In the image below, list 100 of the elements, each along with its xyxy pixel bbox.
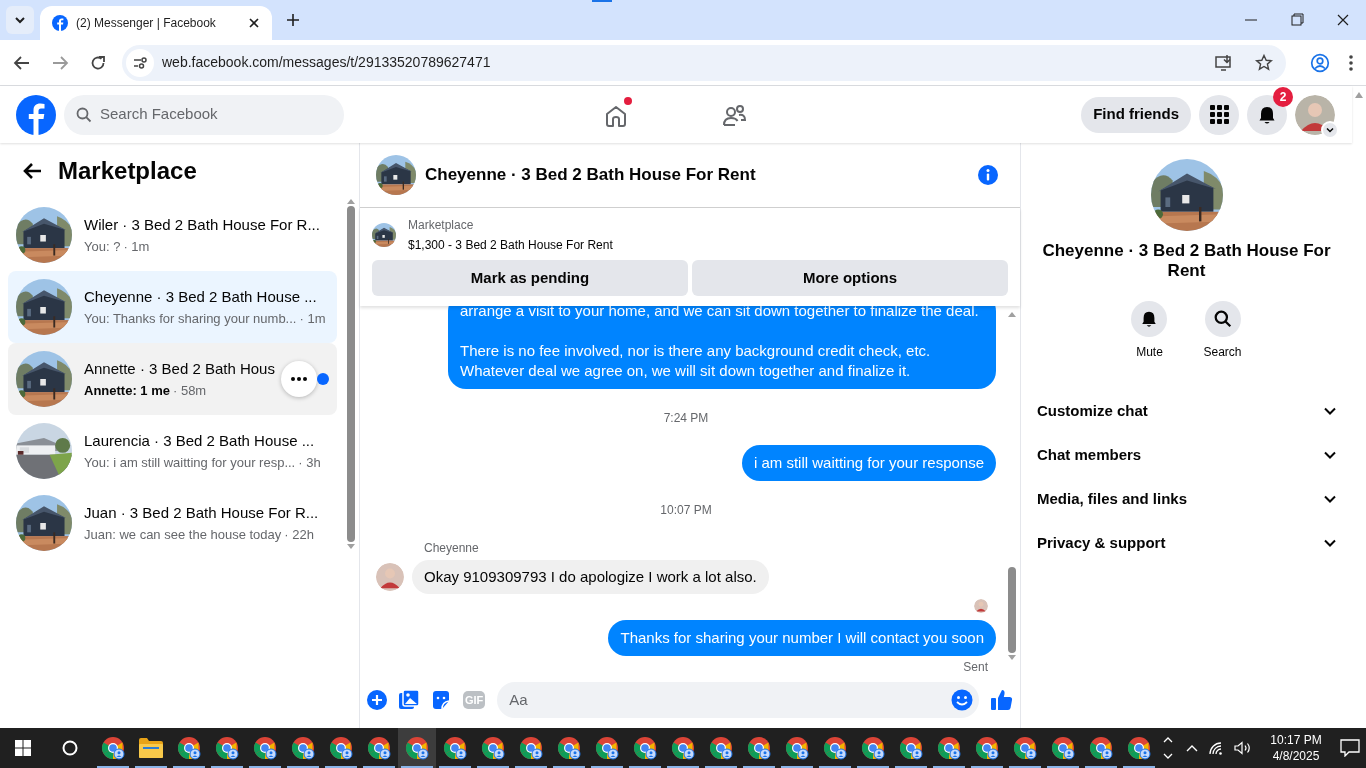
browser-icon bbox=[709, 736, 733, 760]
new-tab-icon[interactable] bbox=[286, 13, 300, 27]
bell-icon bbox=[1257, 104, 1277, 125]
profile-icon[interactable] bbox=[1310, 52, 1330, 73]
tune-icon bbox=[132, 54, 148, 71]
message-field[interactable]: Aa bbox=[509, 688, 951, 712]
menu-icon[interactable] bbox=[1348, 53, 1354, 72]
timestamp: 7:24 PM bbox=[663, 410, 709, 427]
volume-icon[interactable] bbox=[1234, 741, 1252, 755]
search-icon bbox=[76, 106, 92, 123]
logo-icon[interactable] bbox=[16, 94, 56, 135]
browser-icon bbox=[1127, 736, 1151, 760]
browser-tab[interactable]: (2) Messenger | Facebook bbox=[40, 6, 272, 40]
browser-icon bbox=[671, 736, 695, 760]
message-time: · 22h bbox=[284, 525, 314, 544]
taskbar-item[interactable] bbox=[398, 728, 436, 768]
section-label: Privacy & support bbox=[1037, 532, 1167, 553]
message-preview: You: i am still waitting for your resp... bbox=[84, 453, 296, 472]
browser-icon bbox=[329, 736, 353, 760]
contact-name: Cheyenne · 3 Bed 2 Bath House For Rent bbox=[1041, 241, 1332, 281]
section-label: Media, files and links bbox=[1037, 488, 1189, 509]
folder-icon bbox=[139, 738, 163, 758]
clock-time: 10:17 PM bbox=[1270, 732, 1322, 748]
thumbs-up-icon[interactable] bbox=[991, 689, 1013, 711]
notification-badge: 2 bbox=[1273, 86, 1293, 107]
conversation-name: Wiler · 3 Bed 2 Bath House For R... bbox=[84, 215, 320, 235]
close-icon[interactable] bbox=[248, 17, 260, 29]
message-time: · 3h bbox=[298, 453, 321, 472]
scrollbar-thumb[interactable] bbox=[1008, 567, 1016, 653]
browser-icon bbox=[861, 736, 885, 760]
section-item[interactable]: Media, files and links bbox=[1029, 477, 1344, 521]
outgoing-message: Thanks for sharing your number I will contact you soon bbox=[608, 620, 996, 656]
browser-icon bbox=[215, 736, 239, 760]
browser-icon bbox=[1013, 736, 1037, 760]
message-preview: You: ? bbox=[84, 237, 121, 256]
conversation-name: Laurencia · 3 Bed 2 Bath House ... bbox=[84, 431, 315, 451]
install-icon[interactable] bbox=[1214, 52, 1234, 73]
home-icon[interactable] bbox=[604, 104, 628, 128]
tab-title: (2) Messenger | Facebook bbox=[76, 15, 217, 32]
sidebar-title: Marketplace bbox=[58, 156, 197, 186]
browser-icon bbox=[785, 736, 809, 760]
back-icon[interactable] bbox=[22, 162, 42, 180]
avatar-icon bbox=[1295, 94, 1335, 135]
clock-date: 4/8/2025 bbox=[1272, 748, 1320, 764]
conversation-item[interactable]: Annette · 3 Bed 2 Bath Hous Annette: 1 me · 58m bbox=[8, 343, 337, 415]
browser-icon bbox=[101, 736, 125, 760]
message-preview: Annette: 1 me bbox=[84, 381, 170, 400]
site-info-button[interactable] bbox=[126, 48, 154, 77]
scrollbar-thumb[interactable] bbox=[347, 206, 355, 542]
browser-icon bbox=[1051, 736, 1075, 760]
sticker-icon[interactable] bbox=[431, 690, 451, 710]
message-status: Sent bbox=[963, 659, 988, 676]
wifi-icon[interactable] bbox=[1208, 741, 1224, 755]
browser-icon bbox=[595, 736, 619, 760]
notifications-button[interactable] bbox=[1247, 94, 1287, 135]
message-box[interactable]: Aa bbox=[497, 682, 979, 718]
info-icon[interactable] bbox=[978, 165, 998, 185]
browser-icon bbox=[747, 736, 771, 760]
seen-avatar-icon bbox=[974, 599, 988, 613]
section-item[interactable]: Privacy & support bbox=[1029, 521, 1344, 565]
listing-button[interactable]: More options bbox=[692, 260, 1008, 296]
notification-icon[interactable] bbox=[1340, 739, 1360, 757]
section-item[interactable]: Customize chat bbox=[1029, 389, 1344, 433]
browser-icon bbox=[291, 736, 315, 760]
find-friends-button[interactable]: Find friends bbox=[1081, 96, 1191, 133]
menu-button[interactable] bbox=[1199, 94, 1239, 135]
star-icon[interactable] bbox=[1254, 52, 1274, 73]
emoji-icon[interactable] bbox=[951, 689, 973, 711]
tab-search-button[interactable] bbox=[6, 6, 34, 34]
outgoing-message: arrange a visit to your home, and we can sit down together to finalize the deal. There is no fee involved, nor is there any background credit check, etc. Whatever deal we agree on, we will sit down together and finalize it. bbox=[448, 306, 996, 389]
search-box[interactable]: Search Facebook bbox=[64, 94, 344, 135]
address-bar[interactable]: web.facebook.com/messages/t/29133520789627471 bbox=[122, 44, 1286, 81]
scroll-down-icon[interactable] bbox=[1163, 753, 1173, 759]
chat-title: Cheyenne · 3 Bed 2 Bath House For Rent bbox=[425, 164, 757, 187]
message-time: · 58m bbox=[172, 381, 207, 400]
more-icon bbox=[291, 377, 307, 381]
browser-icon bbox=[937, 736, 961, 760]
browser-icon bbox=[177, 736, 201, 760]
plus-icon[interactable] bbox=[367, 690, 387, 710]
browser-icon bbox=[823, 736, 847, 760]
message-preview: Juan: we can see the house today bbox=[84, 525, 282, 544]
clock[interactable]: 10:17 PM 4/8/2025 bbox=[1264, 728, 1328, 768]
windows-icon bbox=[15, 740, 31, 756]
chevron-down-icon[interactable] bbox=[1326, 125, 1334, 134]
listing-button[interactable]: Mark as pending bbox=[372, 260, 688, 296]
friends-icon[interactable] bbox=[722, 104, 748, 128]
message-time: · 1m bbox=[299, 309, 326, 328]
browser-icon bbox=[253, 736, 277, 760]
more-options-button[interactable] bbox=[281, 361, 317, 397]
listing-summary: $1,300 - 3 Bed 2 Bath House For Rent bbox=[408, 237, 613, 254]
circle-icon bbox=[62, 740, 78, 756]
browser-icon bbox=[519, 736, 543, 760]
conversation-item[interactable]: Cheyenne · 3 Bed 2 Bath House ... You: Thanks for sharing your numb... · 1m bbox=[8, 271, 337, 343]
section-item[interactable]: Chat members bbox=[1029, 433, 1344, 477]
browser-icon bbox=[481, 736, 505, 760]
scroll-up-icon[interactable] bbox=[1163, 737, 1173, 743]
chevron-up-icon[interactable] bbox=[1186, 744, 1198, 752]
message-preview: You: Thanks for sharing your numb... bbox=[84, 309, 297, 328]
search-field[interactable]: Search Facebook bbox=[100, 103, 300, 126]
image-icon[interactable] bbox=[399, 690, 419, 710]
